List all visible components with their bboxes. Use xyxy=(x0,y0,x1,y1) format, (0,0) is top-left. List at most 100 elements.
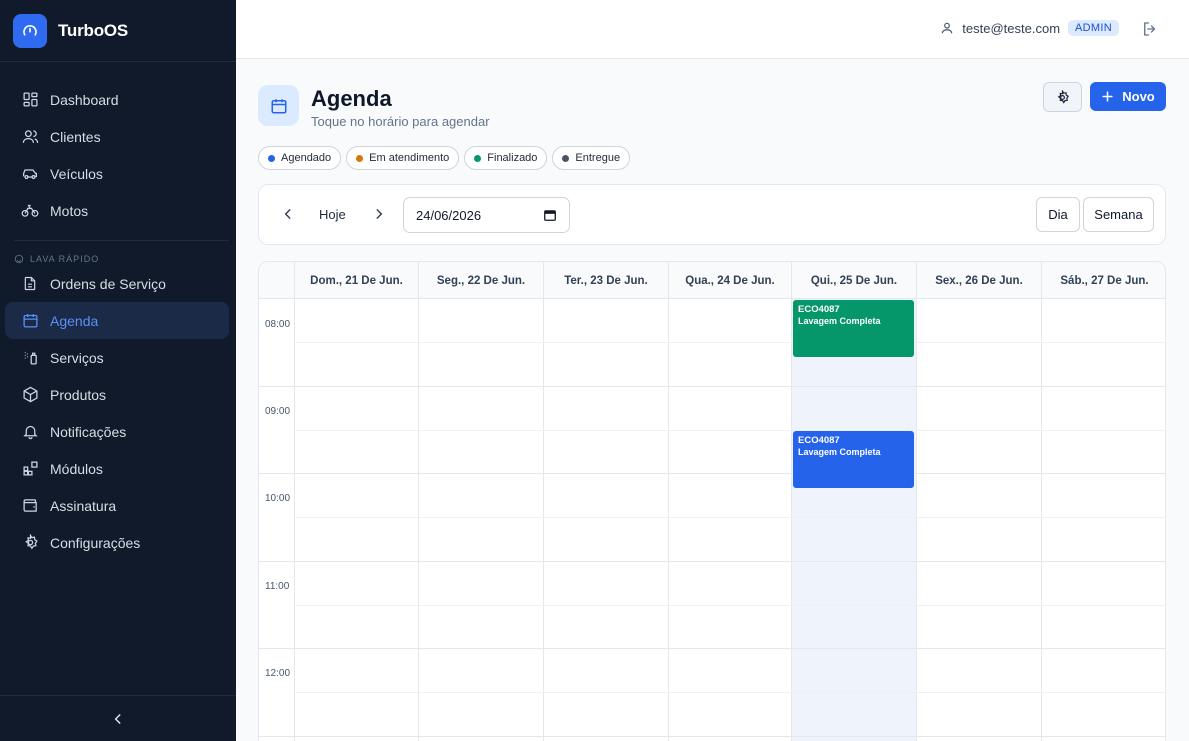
appointment-event[interactable]: ECO4087 Lavagem Completa xyxy=(793,431,914,488)
time-label: 08:00 xyxy=(265,319,291,330)
sidebar-nav: Dashboard Clientes Veículos Motos LAVA R… xyxy=(0,62,236,561)
sidebar-item-modulos[interactable]: Módulos xyxy=(5,450,229,487)
column-divider xyxy=(668,299,669,741)
sidebar-item-ordens[interactable]: Ordens de Serviço xyxy=(5,265,229,302)
sidebar-item-produtos[interactable]: Produtos xyxy=(5,376,229,413)
spray-icon xyxy=(21,349,39,367)
half-hour-line xyxy=(294,692,1165,693)
sidebar-item-label: Serviços xyxy=(50,349,104,366)
time-label: 10:00 xyxy=(265,493,291,504)
week-calendar: Dom., 21 De Jun. Seg., 22 De Jun. Ter., … xyxy=(258,261,1166,741)
sidebar-item-label: Módulos xyxy=(50,460,103,477)
legend-label: Finalizado xyxy=(487,152,538,164)
legend-label: Entregue xyxy=(575,152,621,164)
highlighted-day-column xyxy=(791,299,916,741)
legend-label: Em atendimento xyxy=(369,152,450,164)
sidebar-item-label: Assinatura xyxy=(50,497,117,514)
legend-chip: Finalizado xyxy=(464,146,548,170)
day-header: Sáb., 27 De Jun. xyxy=(1041,262,1165,299)
sidebar-item-configuracoes[interactable]: Configurações xyxy=(5,524,229,561)
plus-icon xyxy=(1101,90,1114,103)
time-label: 12:00 xyxy=(265,668,291,679)
sidebar-item-dashboard[interactable]: Dashboard xyxy=(5,81,229,118)
logout-icon[interactable] xyxy=(1141,20,1159,38)
day-header: Sex., 26 De Jun. xyxy=(916,262,1041,299)
brand-name: TurboOS xyxy=(58,20,129,40)
sidebar-item-servicos[interactable]: Serviços xyxy=(5,339,229,376)
status-legend: Agendado Em atendimento Finalizado Entre… xyxy=(258,146,631,170)
sidebar-item-label: Notificações xyxy=(50,423,127,440)
status-dot xyxy=(268,154,275,162)
sidebar-section-label: LAVA RÁPIDO xyxy=(30,253,100,264)
users-icon xyxy=(21,128,39,146)
week-view-button[interactable]: Semana xyxy=(1083,197,1154,232)
sidebar-item-label: Ordens de Serviço xyxy=(50,275,166,292)
sidebar-item-label: Clientes xyxy=(50,128,101,145)
column-divider xyxy=(791,299,792,741)
hour-line xyxy=(259,648,1165,649)
calendar-toolbar: Hoje 24/06/2026 Dia Semana xyxy=(258,184,1166,245)
time-label: 11:00 xyxy=(265,581,290,592)
day-header: Seg., 22 De Jun. xyxy=(418,262,543,299)
legend-chip: Agendado xyxy=(258,146,342,170)
event-service: Lavagem Completa xyxy=(798,316,881,326)
page-title: Agenda xyxy=(311,86,392,111)
sidebar-item-label: Agenda xyxy=(50,312,99,329)
new-appointment-button[interactable]: Novo xyxy=(1090,82,1166,111)
role-badge: ADMIN xyxy=(1068,20,1119,36)
gear-icon xyxy=(1055,89,1070,105)
column-divider xyxy=(1041,299,1042,741)
column-divider xyxy=(916,299,917,741)
modules-icon xyxy=(21,460,39,478)
sidebar-section-header: LAVA RÁPIDO xyxy=(14,240,229,265)
half-hour-line xyxy=(294,342,1165,343)
day-header: Qui., 25 De Jun. xyxy=(791,262,916,299)
user-email: teste@teste.com xyxy=(962,20,1061,36)
day-header: Ter., 23 De Jun. xyxy=(543,262,668,299)
sidebar-item-clientes[interactable]: Clientes xyxy=(5,118,229,155)
chevron-left-icon xyxy=(111,712,125,726)
sidebar-item-label: Motos xyxy=(50,202,89,219)
calendar-icon xyxy=(258,85,299,126)
top-bar: teste@teste.com ADMIN xyxy=(236,0,1189,59)
column-divider xyxy=(294,299,295,741)
settings-button[interactable] xyxy=(1043,82,1082,112)
hour-line xyxy=(259,473,1165,474)
droplet-icon xyxy=(14,254,24,264)
date-input[interactable]: 24/06/2026 xyxy=(403,197,570,233)
sidebar-item-label: Veículos xyxy=(50,165,103,182)
brand: TurboOS xyxy=(0,0,236,62)
sidebar-item-motos[interactable]: Motos xyxy=(5,192,229,229)
half-hour-line xyxy=(294,430,1165,431)
status-dot xyxy=(562,154,570,162)
sidebar-item-assinatura[interactable]: Assinatura xyxy=(5,487,229,524)
sidebar-item-veiculos[interactable]: Veículos xyxy=(5,155,229,192)
legend-chip: Entregue xyxy=(552,146,631,170)
sidebar-item-label: Dashboard xyxy=(50,91,119,108)
chevron-right-icon[interactable] xyxy=(372,207,386,221)
sidebar-item-label: Produtos xyxy=(50,386,107,403)
user-info: teste@teste.com ADMIN xyxy=(940,20,1119,36)
sidebar-item-agenda[interactable]: Agenda xyxy=(5,302,229,339)
user-icon xyxy=(940,21,954,35)
status-dot xyxy=(356,154,364,162)
column-divider xyxy=(543,299,544,741)
event-code: ECO4087 xyxy=(798,435,840,446)
day-header: Qua., 24 De Jun. xyxy=(668,262,791,299)
calendar-header: Dom., 21 De Jun. Seg., 22 De Jun. Ter., … xyxy=(259,262,1165,299)
sidebar-collapse-button[interactable] xyxy=(0,695,236,741)
chevron-left-icon[interactable] xyxy=(281,207,295,221)
calendar-grid[interactable]: 08:00 09:00 10:00 11:00 12:00 ECO4087 La… xyxy=(259,299,1165,741)
appointment-event[interactable]: ECO4087 Lavagem Completa xyxy=(793,300,914,357)
page-subtitle: Toque no horário para agendar xyxy=(311,114,490,129)
sidebar-item-notificacoes[interactable]: Notificações xyxy=(5,413,229,450)
event-code: ECO4087 xyxy=(798,304,840,315)
gear-icon xyxy=(21,534,39,552)
sidebar-item-label: Configurações xyxy=(50,534,141,551)
half-hour-line xyxy=(294,605,1165,606)
sidebar: TurboOS Dashboard Clientes Veículos Moto… xyxy=(0,0,236,741)
today-button[interactable]: Hoje xyxy=(319,207,346,222)
calendar-picker-icon[interactable] xyxy=(543,208,557,222)
legend-chip: Em atendimento xyxy=(346,146,460,170)
day-view-button[interactable]: Dia xyxy=(1036,197,1080,232)
